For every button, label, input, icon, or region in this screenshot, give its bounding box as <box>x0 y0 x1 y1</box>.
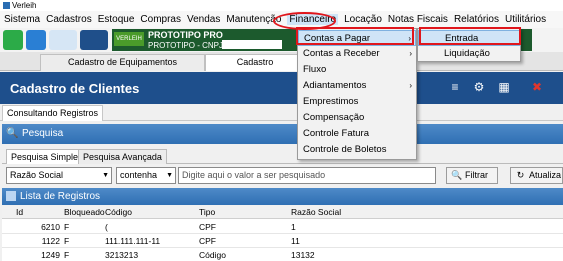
col-id[interactable]: Id <box>16 206 23 219</box>
n-logo-icon[interactable] <box>80 30 108 50</box>
menu-estoque[interactable]: Estoque <box>98 14 135 25</box>
refresh-button[interactable]: ↻ Atualiza <box>510 167 563 184</box>
close-icon[interactable]: ✖ <box>530 80 544 94</box>
filter-button[interactable]: 🔍 Filtrar <box>446 167 498 184</box>
lista-panel-header: Lista de Registros <box>2 188 563 205</box>
menu-item-adiantamentos[interactable]: Adiantamentos › <box>298 78 416 94</box>
list-icon <box>6 191 16 201</box>
cell-bloqueado: F <box>64 250 70 260</box>
menu-item-fluxo[interactable]: Fluxo <box>298 62 416 78</box>
search-row: Razão Social ▼ contenha ▼ Digite aqui o … <box>2 167 563 185</box>
menu-utilitarios[interactable]: Utilitários <box>505 14 546 25</box>
report-icon[interactable]: ▦ <box>497 80 511 94</box>
menu-notas-fiscais[interactable]: Notas Fiscais <box>388 14 448 25</box>
cell-bloqueado: F <box>64 222 70 232</box>
chevron-down-icon: ▼ <box>166 172 173 179</box>
col-tipo[interactable]: Tipo <box>199 206 215 219</box>
teamviewer-icon[interactable] <box>26 30 46 50</box>
search-tabs: Pesquisa Simples Pesquisa Avançada <box>2 148 563 164</box>
company-subtitle: PROTOTIPO - CNPJ : <box>148 41 228 50</box>
cell-id: 6210 <box>41 222 60 232</box>
tab-cadastro-equipamentos[interactable]: Cadastro de Equipamentos <box>40 54 205 71</box>
tools-icon[interactable]: ⚙ <box>472 80 486 94</box>
tab-cadastro[interactable]: Cadastro <box>205 54 305 71</box>
window-title: Verleih <box>12 0 37 10</box>
d-logo-icon[interactable] <box>49 30 77 50</box>
field-select[interactable]: Razão Social ▼ <box>6 167 112 184</box>
col-razao-social[interactable]: Razão Social <box>291 206 341 219</box>
page-title: Cadastro de Clientes <box>10 81 140 96</box>
pesquisa-panel-header: 🔍 Pesquisa <box>2 124 563 144</box>
col-codigo[interactable]: Código <box>105 206 132 219</box>
menu-item-label: Controle Fatura <box>303 128 370 139</box>
field-select-value: Razão Social <box>10 170 64 180</box>
menu-item-contas-a-receber[interactable]: Contas a Receber › <box>298 46 416 62</box>
cell-razao: 11 <box>291 236 300 246</box>
company-logo: VERLEIH <box>114 32 144 46</box>
search-icon: 🔍 <box>6 128 19 139</box>
menu-item-label: Fluxo <box>303 64 327 75</box>
menu-relatorios[interactable]: Relatórios <box>454 14 499 25</box>
menu-compras[interactable]: Compras <box>140 14 181 25</box>
window-titlebar: Verleih <box>0 0 563 11</box>
company-title: PROTOTIPO PRO <box>148 30 223 40</box>
tab-consultando-registros[interactable]: Consultando Registros <box>2 105 104 121</box>
cell-codigo: ( <box>105 222 108 232</box>
lista-title: Lista de Registros <box>20 191 101 202</box>
filter-button-label: Filtrar <box>465 170 488 180</box>
cell-id: 1122 <box>41 236 60 246</box>
chevron-right-icon: › <box>409 49 412 58</box>
page-header: Cadastro de Clientes ≡ ⚙ ▦ ✖ <box>0 72 563 104</box>
annotation-box-entrada <box>419 27 521 45</box>
chevron-right-icon: › <box>409 81 412 90</box>
subtabs: Consultando Registros <box>0 104 563 121</box>
refresh-button-label: Atualiza <box>529 170 562 180</box>
table-row[interactable]: 1122 F 111.111.111-11 CPF 11 <box>2 234 563 248</box>
menu-item-emprestimos[interactable]: Emprestimos <box>298 94 416 110</box>
search-input[interactable]: Digite aqui o valor a ser pesquisado <box>178 167 436 184</box>
cell-bloqueado: F <box>64 236 70 246</box>
financeiro-dropdown: Contas a Pagar › Contas a Receber › Flux… <box>297 28 417 160</box>
refresh-icon: ↻ <box>516 170 525 180</box>
menu-item-label: Compensação <box>303 112 365 123</box>
cell-id: 1249 <box>41 250 60 260</box>
cell-codigo: 3213213 <box>105 250 139 260</box>
col-bloqueado[interactable]: Bloqueado <box>64 206 105 219</box>
cell-tipo: Código <box>199 250 226 260</box>
menu-item-label: Controle de Boletos <box>303 144 387 155</box>
tab-pesquisa-avancada[interactable]: Pesquisa Avançada <box>78 149 167 164</box>
magnifier-icon: 🔍 <box>451 170 463 180</box>
menu-item-controle-fatura[interactable]: Controle Fatura <box>298 126 416 142</box>
menu-cadastros[interactable]: Cadastros <box>46 14 92 25</box>
cell-razao: 1 <box>291 222 296 232</box>
cnpj-field <box>222 40 282 49</box>
operator-select[interactable]: contenha ▼ <box>116 167 176 184</box>
cell-razao: 13132 <box>291 250 315 260</box>
menu-lines-icon[interactable]: ≡ <box>448 80 462 94</box>
app-icon <box>3 2 10 9</box>
menu-item-controle-boletos[interactable]: Controle de Boletos <box>298 142 416 158</box>
grid-header: Id Bloqueado Código Tipo Razão Social <box>2 206 563 219</box>
cell-tipo: CPF <box>199 222 216 232</box>
table-row[interactable]: 1249 F 3213213 Código 13132 <box>2 248 563 261</box>
pesquisa-title: Pesquisa <box>22 128 64 139</box>
table-row[interactable]: 6210 F ( CPF 1 <box>2 220 563 234</box>
menu-item-label: Emprestimos <box>303 96 359 107</box>
chevron-down-icon: ▼ <box>102 172 109 179</box>
cell-codigo: 111.111.111-11 <box>105 236 161 246</box>
menu-item-compensacao[interactable]: Compensação <box>298 110 416 126</box>
menu-item-label: Contas a Receber <box>303 48 380 59</box>
menu-sistema[interactable]: Sistema <box>4 14 40 25</box>
cell-tipo: CPF <box>199 236 216 246</box>
annotation-box-contas-a-pagar <box>296 27 414 45</box>
menu-item-liquidacao[interactable]: Liquidação <box>418 46 520 62</box>
operator-select-value: contenha <box>120 170 158 180</box>
tab-pesquisa-simples[interactable]: Pesquisa Simples <box>6 149 88 164</box>
records-grid[interactable]: Id Bloqueado Código Tipo Razão Social 62… <box>2 206 563 261</box>
menu-locacao[interactable]: Locação <box>344 14 382 25</box>
whatsapp-icon[interactable] <box>3 30 23 50</box>
menu-vendas[interactable]: Vendas <box>187 14 220 25</box>
menu-item-label: Adiantamentos <box>303 80 367 91</box>
